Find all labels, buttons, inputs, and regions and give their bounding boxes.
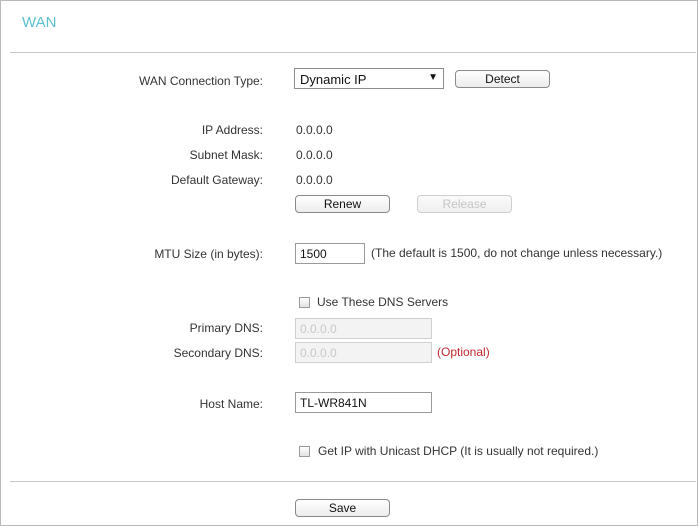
use-dns-label: Use These DNS Servers: [317, 295, 449, 309]
mtu-hint: (The default is 1500, do not change unle…: [371, 246, 663, 260]
optional-note: (Optional): [437, 345, 490, 359]
default-gateway-label: Default Gateway:: [170, 173, 263, 187]
secondary-dns-input[interactable]: [295, 342, 432, 363]
mtu-input[interactable]: [295, 243, 365, 264]
connection-type-select[interactable]: Dynamic IP ▼: [294, 68, 444, 89]
release-button[interactable]: Release: [417, 195, 512, 213]
unicast-dhcp-checkbox[interactable]: [299, 446, 310, 457]
host-name-input[interactable]: [295, 392, 432, 413]
connection-type-label: WAN Connection Type:: [138, 74, 263, 88]
section-title: WAN: [22, 14, 57, 31]
primary-dns-label: Primary DNS:: [189, 321, 263, 335]
detect-button[interactable]: Detect: [455, 70, 550, 88]
chevron-down-icon: ▼: [428, 72, 438, 83]
ip-address-label: IP Address:: [201, 123, 263, 137]
mtu-label: MTU Size (in bytes):: [154, 247, 263, 261]
secondary-dns-label: Secondary DNS:: [173, 346, 263, 360]
top-divider: [10, 52, 696, 53]
default-gateway-value: 0.0.0.0: [296, 173, 333, 187]
bottom-divider: [10, 481, 696, 482]
primary-dns-input[interactable]: [295, 318, 432, 339]
renew-button[interactable]: Renew: [295, 195, 390, 213]
unicast-dhcp-label: Get IP with Unicast DHCP (It is usually …: [318, 444, 599, 458]
subnet-mask-label: Subnet Mask:: [189, 148, 263, 162]
use-dns-checkbox[interactable]: [299, 297, 310, 308]
save-button[interactable]: Save: [295, 499, 390, 517]
ip-address-value: 0.0.0.0: [296, 123, 333, 137]
connection-type-value: Dynamic IP: [300, 72, 367, 87]
host-name-label: Host Name:: [199, 397, 263, 411]
subnet-mask-value: 0.0.0.0: [296, 148, 333, 162]
